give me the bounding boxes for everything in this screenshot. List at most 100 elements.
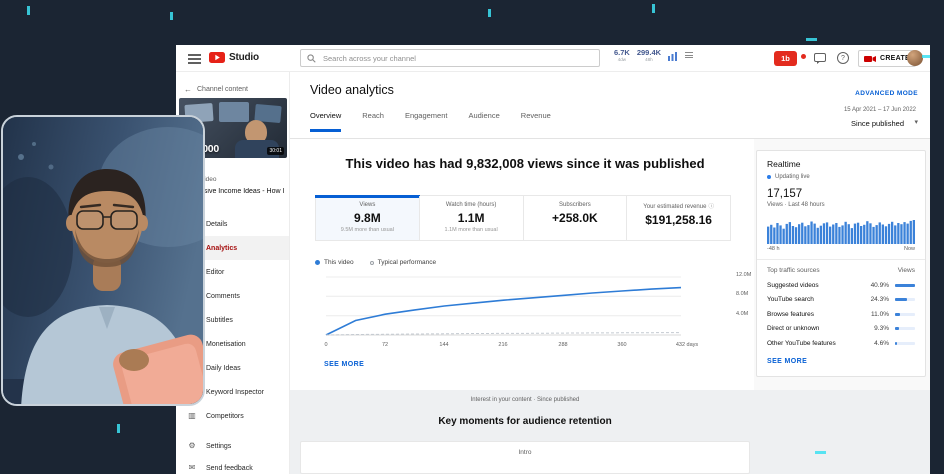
stat-label: 4dw bbox=[618, 57, 626, 63]
traffic-mini-bar bbox=[895, 342, 915, 345]
realtime-card: Realtime Updating live 17,157 Views · La… bbox=[756, 150, 926, 377]
video-frame: Studio 6.7K 4dw 299.4K 48h bbox=[0, 0, 944, 474]
traffic-mini-bar-fill bbox=[895, 327, 899, 330]
stat-label: 48h bbox=[645, 57, 653, 63]
tab-reach[interactable]: Reach bbox=[362, 111, 384, 132]
x-tick: 216 bbox=[498, 342, 507, 348]
legend-this-video[interactable]: This video bbox=[315, 259, 354, 266]
glitch-mark bbox=[117, 424, 120, 433]
menu-icon[interactable] bbox=[188, 54, 201, 66]
traffic-mini-bar bbox=[895, 327, 915, 330]
metric-card-subscribers[interactable]: Subscribers +258.0K bbox=[523, 196, 627, 240]
intro-label: Intro bbox=[301, 449, 749, 456]
realtime-title: Realtime bbox=[767, 159, 915, 169]
metric-card-watch-time[interactable]: Watch time (hours) 1.1M 1.1M more than u… bbox=[419, 196, 523, 240]
traffic-source-row: Direct or unknown 9.3% bbox=[767, 325, 915, 332]
y-tick: 4.0M bbox=[736, 311, 748, 317]
realtime-see-more-link[interactable]: SEE MORE bbox=[767, 358, 915, 365]
sidebar-item-competitors[interactable]: ▥ Competitors bbox=[176, 404, 290, 428]
extension-stats: 6.7K 4dw 299.4K 48h bbox=[614, 48, 693, 63]
stat-value: 6.7K bbox=[614, 48, 630, 57]
views-headline: This video has had 9,832,008 views since… bbox=[300, 156, 750, 171]
youtube-studio-logo[interactable]: Studio bbox=[209, 52, 259, 63]
date-range: 15 Apr 2021 – 17 Jun 2022 bbox=[844, 107, 916, 113]
live-dot-icon bbox=[767, 175, 771, 179]
updating-live: Updating live bbox=[767, 174, 915, 180]
notification-dot bbox=[801, 54, 806, 59]
legend-dot-icon bbox=[315, 260, 320, 265]
metric-card-revenue[interactable]: Your estimated revenueⓘ $191,258.16 bbox=[626, 196, 730, 240]
views-line-chart bbox=[315, 273, 735, 339]
search-box[interactable] bbox=[300, 49, 600, 67]
page-title: Video analytics bbox=[310, 83, 394, 97]
legend-dot-icon bbox=[370, 261, 374, 265]
extension-badge[interactable]: 1b bbox=[774, 51, 797, 66]
gear-icon: ⚙ bbox=[187, 441, 197, 451]
key-moments-title: Key moments for audience retention bbox=[300, 416, 750, 427]
interest-note: Interest in your content · Since publish… bbox=[300, 397, 750, 403]
y-tick: 8.0M bbox=[736, 291, 748, 297]
traffic-source-row: YouTube search 24.3% bbox=[767, 296, 915, 303]
glitch-mark bbox=[806, 38, 817, 41]
extension-menu-icon[interactable] bbox=[685, 52, 693, 60]
traffic-mini-bar-fill bbox=[895, 313, 900, 316]
channel-content-header: Channel content bbox=[184, 85, 248, 94]
tab-overview[interactable]: Overview bbox=[310, 111, 341, 132]
sidebar-item-send-feedback[interactable]: ✉ Send feedback bbox=[176, 456, 290, 474]
chevron-down-icon bbox=[914, 118, 918, 126]
create-label: CREATE bbox=[880, 55, 910, 62]
views-chart: 12.0M 8.0M 4.0M 0 72 144 216 288 360 432… bbox=[315, 273, 755, 353]
metric-cards: Views 9.8M 9.5M more than usual Watch ti… bbox=[315, 195, 731, 241]
create-video-icon bbox=[864, 55, 876, 63]
back-arrow-icon[interactable] bbox=[184, 85, 192, 94]
competitors-icon: ▥ bbox=[187, 411, 197, 421]
legend-typical-performance[interactable]: Typical performance bbox=[370, 259, 437, 266]
x-tick: 0 bbox=[324, 342, 327, 348]
traffic-mini-bar bbox=[895, 298, 915, 301]
traffic-source-row: Other YouTube features 4.6% bbox=[767, 340, 915, 347]
x-tick: 360 bbox=[617, 342, 626, 348]
avatar[interactable] bbox=[907, 50, 923, 66]
channel-content-label: Channel content bbox=[197, 86, 248, 93]
realtime-count-label: Views · Last 48 hours bbox=[767, 202, 915, 208]
logo-text: Studio bbox=[229, 52, 259, 63]
glitch-mark bbox=[27, 6, 30, 15]
glitch-mark bbox=[170, 12, 173, 20]
realtime-bar-chart bbox=[767, 214, 917, 244]
x-tick: 144 bbox=[439, 342, 448, 348]
metric-card-views[interactable]: Views 9.8M 9.5M more than usual bbox=[316, 196, 419, 240]
feedback-icon: ✉ bbox=[187, 463, 197, 473]
x-tick: 432 days bbox=[676, 342, 698, 348]
sidebar-item-settings[interactable]: ⚙ Settings bbox=[176, 434, 290, 458]
chart-legend: This video Typical performance bbox=[315, 259, 436, 266]
traffic-mini-bar-fill bbox=[895, 298, 907, 301]
comments-bubble-icon[interactable] bbox=[814, 53, 826, 64]
traffic-mini-bar-fill bbox=[895, 284, 915, 287]
advanced-mode-link[interactable]: ADVANCED MODE bbox=[855, 90, 918, 97]
glitch-mark bbox=[922, 55, 930, 58]
presenter-illustration bbox=[3, 117, 205, 406]
glitch-mark bbox=[488, 9, 491, 17]
tab-revenue[interactable]: Revenue bbox=[521, 111, 551, 132]
glitch-mark bbox=[652, 4, 655, 13]
tab-audience[interactable]: Audience bbox=[469, 111, 500, 132]
video-duration-badge: 30:01 bbox=[267, 147, 284, 155]
help-icon[interactable] bbox=[837, 52, 849, 64]
glitch-mark bbox=[815, 451, 826, 454]
traffic-source-row: Suggested videos 40.9% bbox=[767, 282, 915, 289]
traffic-source-row: Browse features 11.0% bbox=[767, 311, 915, 318]
tab-engagement[interactable]: Engagement bbox=[405, 111, 448, 132]
search-input[interactable] bbox=[321, 53, 593, 64]
y-tick: 12.0M bbox=[736, 272, 751, 278]
see-more-link[interactable]: SEE MORE bbox=[324, 361, 364, 368]
extension-stat: 6.7K 4dw bbox=[614, 48, 630, 63]
x-tick: 72 bbox=[382, 342, 388, 348]
traffic-mini-bar bbox=[895, 284, 915, 287]
date-mode-dropdown[interactable]: Since published bbox=[851, 119, 904, 128]
realtime-count: 17,157 bbox=[767, 188, 915, 200]
traffic-sources-header: Top traffic sources Views bbox=[767, 267, 915, 274]
webcam-overlay bbox=[1, 115, 205, 406]
analytics-tabs: Overview Reach Engagement Audience Reven… bbox=[310, 111, 551, 132]
traffic-mini-bar-fill bbox=[895, 342, 897, 345]
youtube-play-icon bbox=[209, 52, 225, 63]
